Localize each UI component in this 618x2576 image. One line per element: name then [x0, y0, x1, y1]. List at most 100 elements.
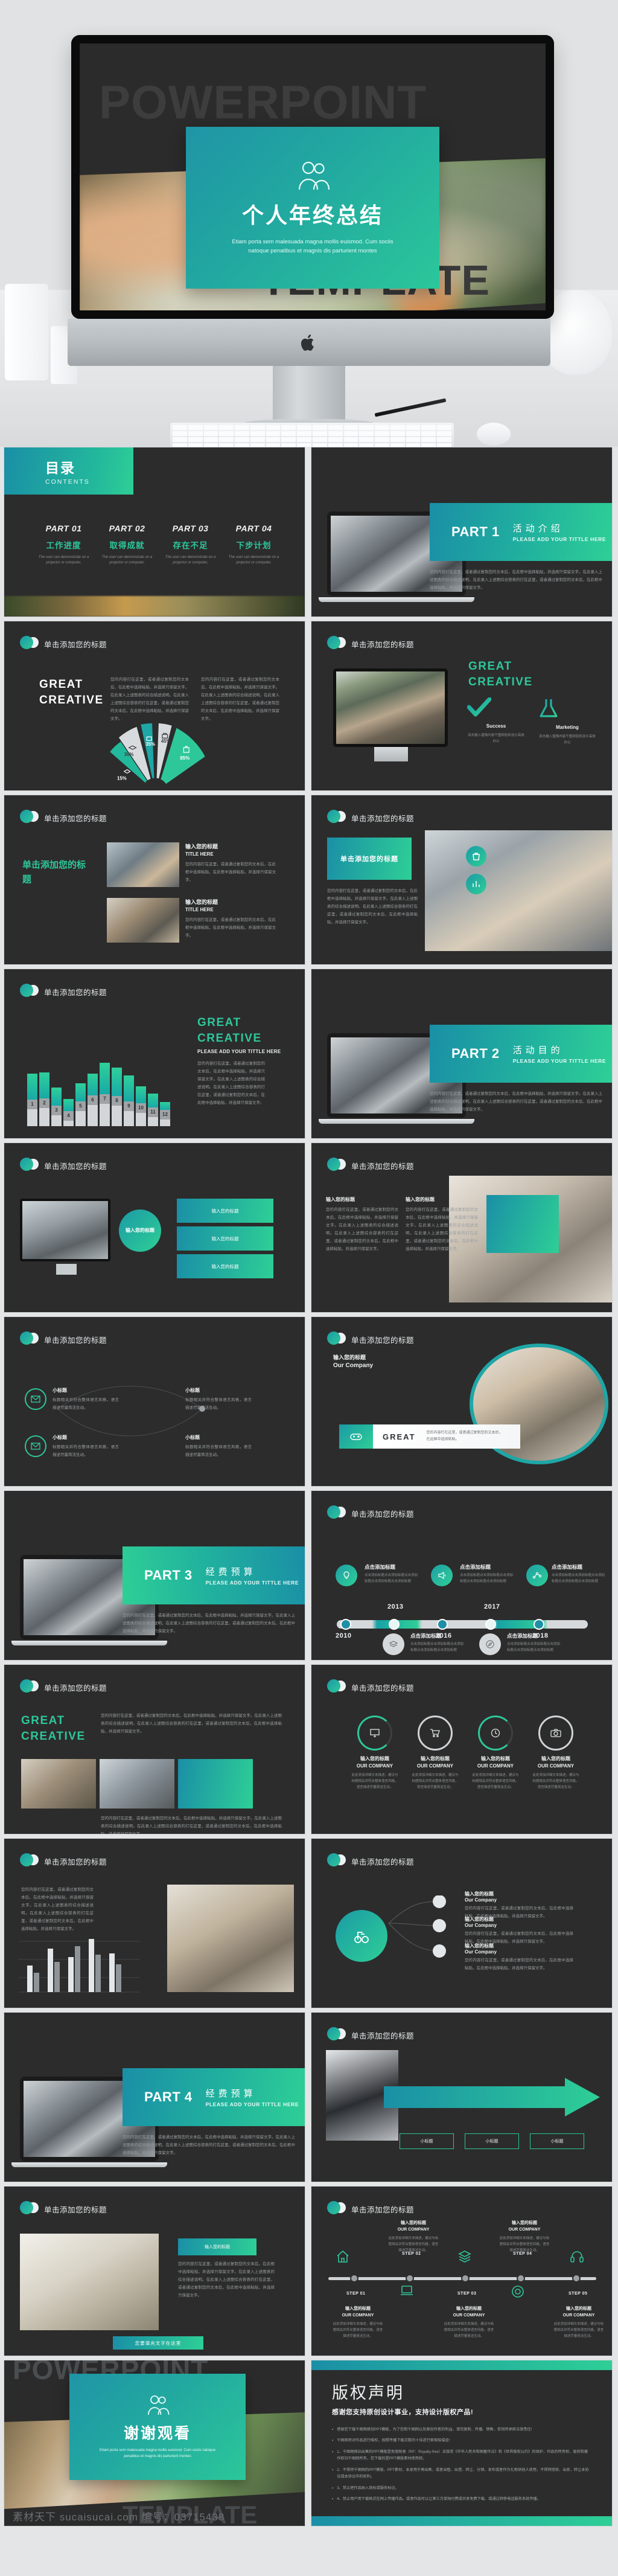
radial-center-icon[interactable]: [336, 1910, 387, 1962]
step-dot-4[interactable]: [517, 2274, 525, 2283]
slide-part-4[interactable]: PART 4 经费预算 PLEASE ADD YOUR TITTLE HERE …: [4, 2012, 305, 2182]
arrow-card-3[interactable]: 小标题: [530, 2133, 584, 2149]
step-dot-1[interactable]: [350, 2274, 358, 2283]
slide-part-3[interactable]: PART 3 经费预算 PLEASE ADD YOUR TITTLE HERE …: [4, 1490, 305, 1661]
mouse-mockup: [477, 423, 511, 446]
step-en-5: OUR COMPANY: [562, 2313, 595, 2318]
slide-two-cards-photo[interactable]: 单击添加您的标题 输入您的标题 您的内容打在这里，或者通过复制您的文本后，在此框…: [311, 1142, 613, 1313]
chart-node-icon[interactable]: [526, 1565, 548, 1586]
slide-tablet-icons[interactable]: 单击添加您的标题 单击添加您的标题 您的内容打在这里，或者通过复制您的文本后，在…: [311, 795, 613, 965]
flow-card-2[interactable]: 输入您的标题: [177, 1226, 273, 1251]
lightbulb-icon[interactable]: [336, 1565, 357, 1586]
gc-line2: CREATIVE: [197, 1031, 262, 1045]
great-creative-heading: GREAT CREATIVE: [197, 1015, 262, 1046]
mail-icon-2[interactable]: [25, 1435, 46, 1457]
compass-icon[interactable]: [479, 1633, 501, 1655]
bullet-dot-icon: [327, 2027, 346, 2043]
great-card[interactable]: GREAT 您的内容打在这里，或者通过复制您的文本后，在此框中选择粘贴。: [339, 1424, 520, 1449]
slide-part-2[interactable]: PART 2 活动目的 PLEASE ADD YOUR TITTLE HERE …: [311, 969, 613, 1139]
slide-steps[interactable]: 单击添加您的标题 STEP 02 STEP 04 STEP 01 STEP 03…: [311, 2186, 613, 2356]
feature-marketing[interactable]: Marketing 双击输入替换内容千图网轻松设计高效办公: [538, 697, 596, 746]
great-creative-heading: GREAT CREATIVE: [468, 659, 533, 690]
slide-great-circle[interactable]: 单击添加您的标题 输入您的标题 Our Company GREAT 您的内容打在…: [311, 1316, 613, 1487]
slide-part-1[interactable]: PART 1 活动介绍 PLEASE ADD YOUR TITTLE HERE …: [311, 447, 613, 617]
bar-up: [124, 1075, 134, 1101]
card-photo-2: [107, 898, 179, 943]
chart-icon[interactable]: [466, 874, 486, 894]
flow-card-1[interactable]: 输入您的标题: [177, 1199, 273, 1223]
megaphone-icon[interactable]: [431, 1565, 453, 1586]
circle-cn-4: 输入您的标题: [541, 1756, 570, 1761]
circle-item-4[interactable]: 输入您的标题 OUR COMPANY 此处添加详细文本描述，建议与标题相关并符合整…: [529, 1716, 583, 1791]
slide-mail-nodes[interactable]: 单击添加您的标题 小标题 标题相关并符合整体语言风格，语言描述尽量简洁生动。 小…: [4, 1316, 305, 1487]
bar-up: [100, 1062, 110, 1094]
card-cn-2: 输入您的标题: [185, 899, 218, 905]
circle-cn-1: 输入您的标题: [360, 1756, 389, 1761]
step-label-3: STEP 03: [457, 2292, 477, 2296]
slide-flow-diagram[interactable]: 单击添加您的标题 输入您的标题 输入您的标题 输入您的标题 输入您的标题: [4, 1142, 305, 1313]
step-body-3: 输入您的标题 OUR COMPANY 此处添加详细文本描述，建议与标题相关并符合整…: [443, 2306, 495, 2340]
step-desc-1: 此处添加详细文本描述，建议与标题相关并符合整体语言风格，语言描述尽量简洁生动。: [333, 2322, 383, 2338]
slide-timeline[interactable]: 单击添加您的标题 2010 2013 2016 2017 2018 点击添加标题…: [311, 1490, 613, 1661]
slide-great-creative-monitor[interactable]: 单击添加您的标题 GREAT CREATIVE Success 双击输入替换内容…: [311, 621, 613, 791]
note-col-1: 输入您的标题 您的内容打在这里，或者通过复制您的文本后，在此框中选择粘贴，并选择…: [326, 1196, 398, 1253]
slide-contents[interactable]: 目录 CONTENTS PART 01 工作进度 The user can de…: [4, 447, 305, 617]
timeline-node-2016[interactable]: [437, 1619, 448, 1630]
circle-item-2[interactable]: 输入您的标题 OUR COMPANY 此处添加详细文本描述，建议与标题相关并符合整…: [408, 1716, 462, 1791]
radial-desc-3: 您的内容打在这里，或者通过复制您的文本后，在此框中选择粘贴，在此框中选择粘贴，并…: [465, 1958, 573, 1970]
slide-radial-company[interactable]: 单击添加您的标题 输入您的标题 Our Company 您的内容打在这里，或者通…: [311, 1838, 613, 2008]
slide-copyright[interactable]: 版权声明 感谢您支持原创设计事业，支持设计版权产品! ▪ 感谢您下载千图网原创PP…: [311, 2360, 613, 2526]
slide-arrow-cards[interactable]: 单击添加您的标题 小标题 小标题 小标题: [311, 2012, 613, 2182]
step-dot-5[interactable]: [572, 2274, 581, 2283]
slide-bar-chart[interactable]: 单击添加您的标题 GREAT CREATIVE PLEASE ADD YOUR …: [4, 969, 305, 1139]
circle-item-1[interactable]: 输入您的标题 OUR COMPANY 此处添加详细文本描述，建议与标题相关并符合整…: [348, 1716, 402, 1791]
mail-icon[interactable]: [25, 1388, 46, 1410]
slide-header-title: 单击添加您的标题: [44, 2205, 107, 2214]
bag-icon[interactable]: [466, 846, 486, 867]
flow-card-3[interactable]: 输入您的标题: [177, 1254, 273, 1278]
timeline-node-2017[interactable]: [485, 1619, 496, 1630]
arrow-card-2[interactable]: 小标题: [465, 2133, 519, 2149]
timeline-top-3-desc: 点击添加标题点击添加标题点击添加标题点击添加标题点击添加标题: [552, 1574, 605, 1583]
contents-item[interactable]: PART 02 取得成就 The user can demonstrate on…: [95, 524, 159, 566]
step-dot-2[interactable]: [406, 2274, 414, 2283]
slide-thanks[interactable]: POWERPOINT TEMPLATE 谢谢观看 Etiam porta sem…: [4, 2360, 305, 2526]
slide-header-title: 单击添加您的标题: [351, 1162, 415, 1171]
slide-column-chart[interactable]: 单击添加您的标题 您的内容打在这里，或者通过复制您的文本后，在此框中选择粘贴，并…: [4, 1838, 305, 2008]
fill-text-button[interactable]: 您要填充文字在这里: [113, 2336, 203, 2350]
timeline-track: [337, 1620, 588, 1629]
bar-label: 2: [39, 1098, 49, 1108]
arrow-card-1[interactable]: 小标题: [400, 2133, 454, 2149]
slide-photo-strip[interactable]: 单击添加您的标题 GREAT CREATIVE 您的内容打在这里，或者通过复制您…: [4, 1664, 305, 1834]
board-tag[interactable]: 输入您的标题: [178, 2238, 256, 2255]
slide-notes-board[interactable]: 单击添加您的标题 输入您的标题 您的内容打在这里，或者通过复制您的文本后，在此框…: [4, 2186, 305, 2356]
part-title-cn: 活动目的: [512, 1045, 564, 1056]
great-card-text: 您的内容打在这里，或者通过复制您的文本后，在此框中选择粘贴。: [426, 1431, 503, 1441]
contents-item[interactable]: PART 03 存在不足 The user can demonstrate on…: [159, 524, 222, 566]
contents-item[interactable]: PART 04 下步计划 The user can demonstrate on…: [222, 524, 285, 566]
arrow-card-1-label: 小标题: [420, 2139, 433, 2144]
timeline-node-2010[interactable]: [340, 1619, 351, 1630]
mail-node-1: 小标题 标题相关并符合整体语言风格，语言描述尽量简洁生动。: [53, 1387, 119, 1412]
bar-chart-paragraph: 您的内容打在这里，或者通过复制您的文本后，在此框中选择粘贴，并选择只保留文字。在…: [197, 1062, 265, 1105]
imac-chin: [68, 319, 550, 366]
circle-cn-3: 输入您的标题: [480, 1756, 510, 1761]
feature-success[interactable]: Success 双击输入替换内容千图网轻松设计高效办公: [467, 697, 525, 745]
radial-en-2: Our Company: [465, 1923, 497, 1928]
slide-four-circles[interactable]: 单击添加您的标题 输入您的标题 OUR COMPANY 此处添加详细文本描述，建议…: [311, 1664, 613, 1834]
slide-header-title: 单击添加您的标题: [44, 1162, 107, 1171]
timeline-node-2013[interactable]: [389, 1619, 400, 1630]
bar-down: [136, 1113, 146, 1126]
part-title-cn: 活动介绍: [512, 524, 564, 534]
center-circle[interactable]: 输入您的标题: [119, 1210, 161, 1252]
timeline-node-2018[interactable]: [534, 1619, 544, 1630]
headphones-icon: [570, 2249, 584, 2264]
step-dot-3[interactable]: [461, 2274, 470, 2283]
circle-item-3[interactable]: 输入您的标题 OUR COMPANY 此处添加详细文本描述，建议与标题相关并符合整…: [468, 1716, 523, 1791]
slide-company-cards[interactable]: 单击添加您的标题 单击添加您的标题 输入您的标题 TITLE HERE 您的内容…: [4, 795, 305, 965]
layers-icon[interactable]: [383, 1633, 404, 1655]
contents-item[interactable]: PART 01 工作进度 The user can demonstrate on…: [32, 524, 95, 566]
slide-fan-chart[interactable]: 单击添加您的标题 GREAT CREATIVE 您的内容打在这里，或者通过复制您…: [4, 621, 305, 791]
col-chart-photo: [167, 1885, 294, 1992]
slide-header-title: 单击添加您的标题: [351, 640, 415, 649]
